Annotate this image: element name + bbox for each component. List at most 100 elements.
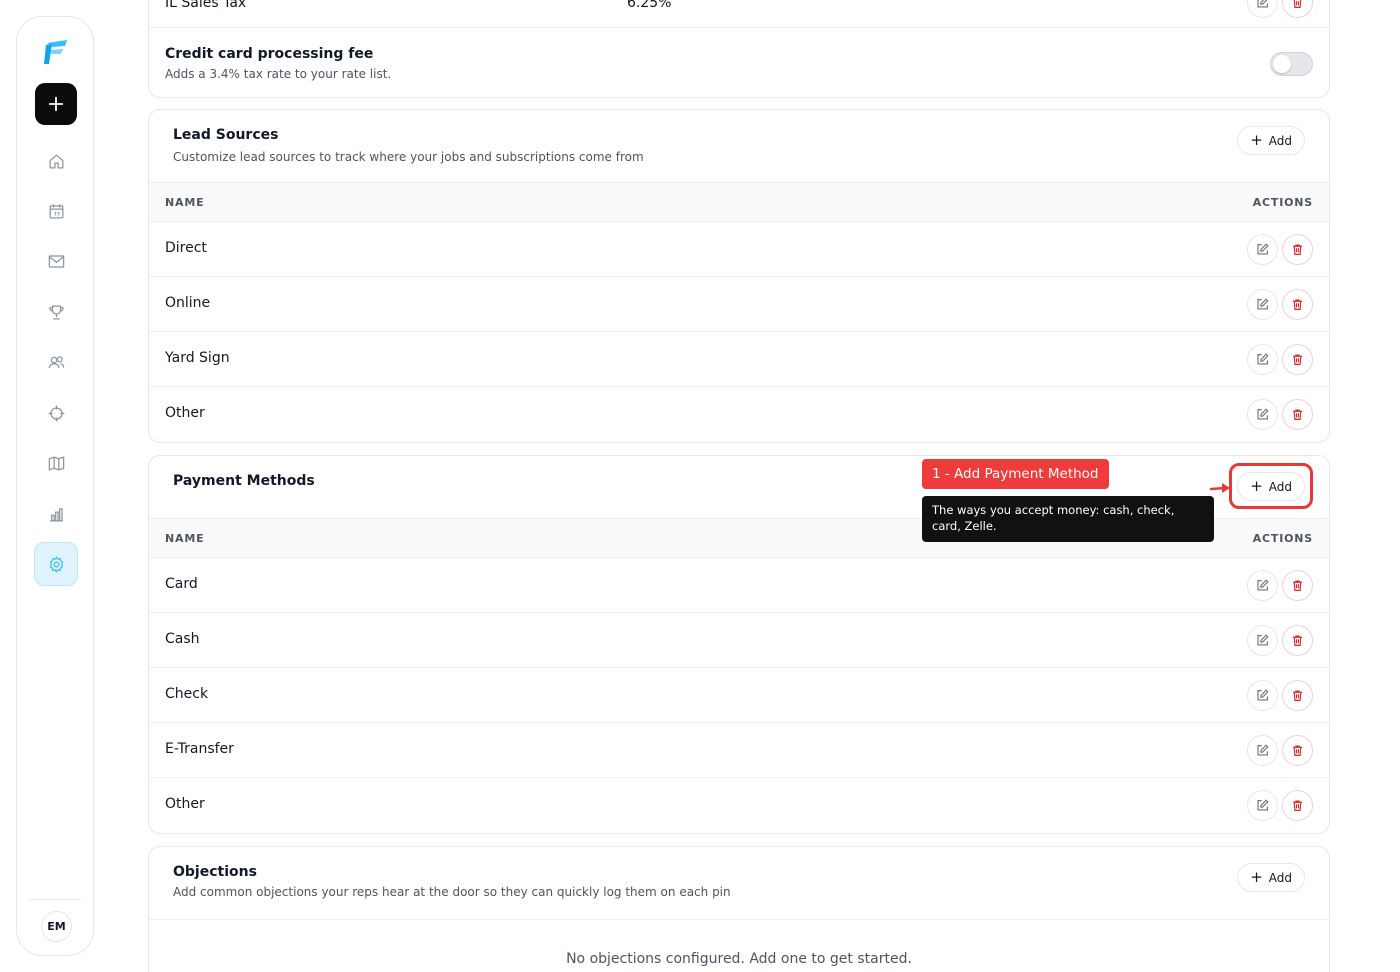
card-description: Add common objections your reps hear at … bbox=[173, 885, 731, 899]
avatar[interactable]: EM bbox=[41, 911, 72, 942]
trash-icon bbox=[1293, 745, 1302, 756]
tour-highlight-frame bbox=[1229, 463, 1313, 509]
add-label: Add bbox=[1268, 870, 1292, 885]
tour-tooltip: The ways you accept money: cash, check, … bbox=[922, 496, 1214, 542]
edit-button[interactable] bbox=[1247, 625, 1278, 656]
empty-state-message: No objections configured. Add one to get… bbox=[566, 951, 912, 967]
trash-icon bbox=[1293, 0, 1302, 8]
nav-reports[interactable] bbox=[34, 492, 78, 536]
delete-button[interactable] bbox=[1282, 735, 1313, 766]
row-name: Online bbox=[165, 295, 211, 311]
edit-icon bbox=[1257, 689, 1269, 701]
row-actions bbox=[1247, 234, 1313, 265]
trash-icon bbox=[1293, 354, 1302, 365]
sidebar: EM bbox=[16, 16, 94, 956]
delete-button[interactable] bbox=[1282, 790, 1313, 821]
delete-button[interactable] bbox=[1282, 399, 1313, 430]
row-name: Other bbox=[165, 405, 205, 421]
table-row: Cash bbox=[149, 613, 1329, 668]
trash-icon bbox=[1293, 635, 1302, 646]
delete-button[interactable] bbox=[1282, 289, 1313, 320]
row-name: Yard Sign bbox=[165, 350, 230, 366]
nav-settings[interactable] bbox=[34, 542, 78, 586]
delete-button[interactable] bbox=[1282, 0, 1313, 18]
delete-button[interactable] bbox=[1282, 344, 1313, 375]
edit-icon bbox=[1257, 634, 1269, 646]
nav-team[interactable] bbox=[34, 340, 78, 384]
divider bbox=[149, 919, 1329, 920]
table-row: Other bbox=[149, 387, 1329, 442]
plus-icon: + bbox=[1250, 868, 1263, 886]
row-actions bbox=[1247, 570, 1313, 601]
fee-title: Credit card processing fee bbox=[165, 46, 374, 62]
table-row: Online bbox=[149, 277, 1329, 332]
edit-icon bbox=[1257, 408, 1269, 420]
table-row: E-Transfer bbox=[149, 723, 1329, 778]
nav-targeting[interactable] bbox=[34, 391, 78, 435]
tax-row-rate: 6.25% bbox=[627, 0, 672, 11]
table-header: NAME ACTIONS bbox=[149, 182, 1329, 222]
row-actions bbox=[1247, 399, 1313, 430]
table-row: Direct bbox=[149, 222, 1329, 277]
row-actions bbox=[1247, 735, 1313, 766]
row-actions bbox=[1247, 289, 1313, 320]
edit-icon bbox=[1257, 0, 1268, 8]
table-row: Card bbox=[149, 558, 1329, 613]
edit-button[interactable] bbox=[1247, 680, 1278, 711]
lead-sources-card: Lead Sources Customize lead sources to t… bbox=[148, 109, 1330, 443]
divider bbox=[149, 27, 1329, 28]
plus-icon bbox=[48, 96, 64, 112]
trophy-icon bbox=[48, 305, 64, 319]
table-row: Yard Sign bbox=[149, 332, 1329, 387]
add-lead-source-button[interactable]: + Add bbox=[1237, 126, 1305, 155]
nav-home[interactable] bbox=[34, 139, 78, 183]
tour-step-label: 1 - Add Payment Method bbox=[922, 459, 1109, 489]
edit-button[interactable] bbox=[1247, 234, 1278, 265]
table-row: Other bbox=[149, 778, 1329, 833]
edit-button[interactable] bbox=[1247, 289, 1278, 320]
tax-row-name: IL Sales Tax bbox=[165, 0, 247, 11]
create-new-button[interactable] bbox=[35, 83, 77, 125]
row-actions bbox=[1247, 680, 1313, 711]
card-title: Payment Methods bbox=[173, 473, 315, 489]
delete-button[interactable] bbox=[1282, 625, 1313, 656]
edit-icon bbox=[1257, 243, 1269, 255]
app-logo-icon[interactable] bbox=[41, 37, 71, 67]
delete-button[interactable] bbox=[1282, 234, 1313, 265]
add-objection-button[interactable]: + Add bbox=[1237, 863, 1305, 892]
row-name: E-Transfer bbox=[165, 741, 234, 757]
crosshair-icon bbox=[48, 405, 64, 421]
nav-map[interactable] bbox=[34, 441, 78, 485]
delete-button[interactable] bbox=[1282, 680, 1313, 711]
map-icon bbox=[48, 455, 64, 471]
row-name: Direct bbox=[165, 240, 207, 256]
edit-button[interactable] bbox=[1247, 735, 1278, 766]
edit-button[interactable] bbox=[1247, 344, 1278, 375]
fee-description: Adds a 3.4% tax rate to your rate list. bbox=[165, 67, 392, 81]
edit-icon bbox=[1257, 353, 1269, 365]
credit-card-fee-toggle[interactable] bbox=[1270, 52, 1313, 76]
edit-button[interactable] bbox=[1247, 570, 1278, 601]
nav-calendar[interactable] bbox=[34, 189, 78, 233]
edit-button[interactable] bbox=[1247, 790, 1278, 821]
edit-button[interactable] bbox=[1247, 399, 1278, 430]
settings-icon bbox=[49, 555, 63, 573]
edit-button[interactable] bbox=[1247, 0, 1278, 18]
column-header-name: NAME bbox=[165, 532, 205, 545]
card-description: Customize lead sources to track where yo… bbox=[173, 150, 644, 164]
plus-icon: + bbox=[1250, 131, 1263, 149]
row-actions bbox=[1247, 344, 1313, 375]
trash-icon bbox=[1293, 244, 1302, 255]
nav-messages[interactable] bbox=[34, 239, 78, 283]
edit-icon bbox=[1257, 744, 1269, 756]
delete-button[interactable] bbox=[1282, 570, 1313, 601]
tour-arrow-icon bbox=[1210, 483, 1230, 493]
users-icon bbox=[48, 355, 64, 368]
nav-leaderboard[interactable] bbox=[34, 290, 78, 334]
add-label: Add bbox=[1268, 133, 1292, 148]
row-name: Other bbox=[165, 796, 205, 812]
row-actions bbox=[1247, 790, 1313, 821]
home-icon bbox=[49, 153, 63, 168]
row-name: Check bbox=[165, 686, 209, 702]
edit-icon bbox=[1257, 799, 1269, 811]
